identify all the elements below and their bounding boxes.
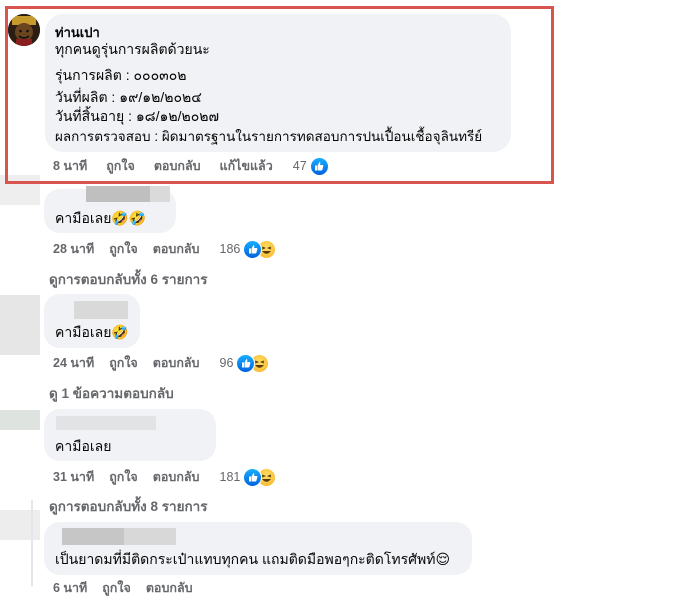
like-button[interactable]: ถูกใจ — [109, 239, 138, 259]
like-button[interactable]: ถูกใจ — [102, 578, 131, 598]
view-replies-link[interactable]: ดูการตอบกลับทั้ง 6 รายการ — [49, 268, 207, 290]
thread-line — [31, 500, 33, 586]
comment-time[interactable]: 24 นาที — [53, 353, 94, 373]
reply-button[interactable]: ตอบกลับ — [153, 239, 200, 259]
like-button[interactable]: ถูกใจ — [109, 353, 138, 373]
author-name-redacted — [150, 186, 170, 202]
reply-button[interactable]: ตอบกลับ — [153, 467, 200, 487]
author-name-redacted — [62, 528, 124, 545]
reply-button[interactable]: ตอบกลับ — [153, 353, 200, 373]
author-name-redacted — [74, 301, 128, 319]
view-replies-link[interactable]: ดูการตอบกลับทั้ง 8 รายการ — [49, 495, 207, 517]
comment-text: คามือเลย — [55, 438, 112, 454]
comment-actions: 28 นาที ถูกใจ ตอบกลับ 186 — [53, 239, 277, 259]
like-reaction-icon[interactable] — [243, 467, 263, 487]
like-reaction-icon[interactable] — [236, 353, 256, 373]
reaction-count[interactable]: 96 — [220, 356, 234, 370]
comment-actions: 6 นาที ถูกใจ ตอบกลับ — [53, 578, 193, 598]
author-name-redacted — [56, 416, 156, 430]
comment-text: เป็นยาดมที่มีติดกระเป๋าแทบทุกคน แถมติดมื… — [55, 551, 451, 567]
comment-time[interactable]: 6 นาที — [53, 578, 87, 598]
like-reaction-icon[interactable] — [243, 239, 263, 259]
like-button[interactable]: ถูกใจ — [109, 467, 138, 487]
comment-text: คามือเลย🤣🤣 — [55, 210, 147, 226]
comment-time[interactable]: 31 นาที — [53, 467, 94, 487]
comment-time[interactable]: 28 นาที — [53, 239, 94, 259]
author-name-redacted — [86, 186, 150, 202]
view-replies-link[interactable]: ดู 1 ข้อความตอบกลับ — [49, 382, 174, 404]
highlight-box — [5, 6, 554, 184]
left-blur-strip — [0, 510, 40, 540]
author-name-redacted — [124, 528, 176, 545]
comment-actions: 31 นาที ถูกใจ ตอบกลับ 181 — [53, 467, 277, 487]
comment-text: คามือเลย🤣 — [55, 324, 129, 340]
comment-actions: 24 นาที ถูกใจ ตอบกลับ 96 — [53, 353, 270, 373]
reply-button[interactable]: ตอบกลับ — [146, 578, 193, 598]
reaction-count[interactable]: 181 — [220, 470, 241, 484]
like-reaction-icon[interactable] — [309, 156, 329, 176]
left-blur-strip — [0, 410, 40, 430]
left-blur-strip — [0, 295, 40, 355]
reaction-count[interactable]: 186 — [220, 242, 241, 256]
